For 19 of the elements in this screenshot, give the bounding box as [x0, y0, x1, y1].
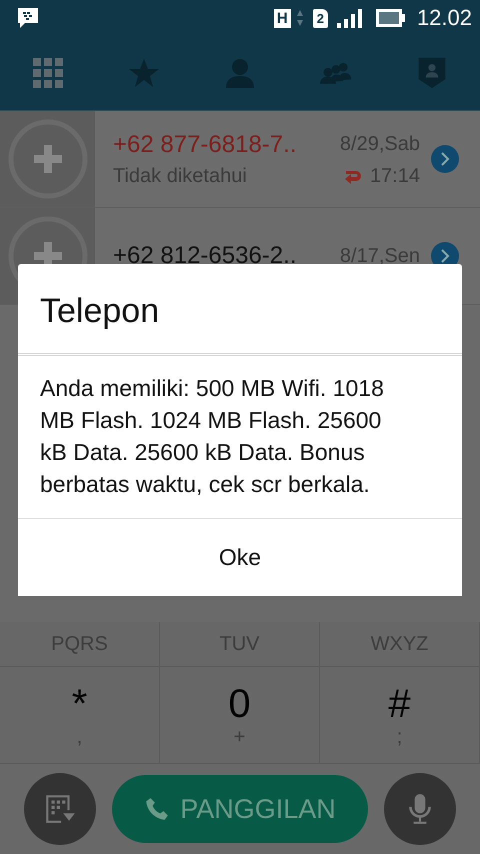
- ok-button[interactable]: Oke: [18, 518, 462, 596]
- chat-icon: [16, 7, 40, 29]
- dialog-message: Anda memiliki: 500 MB Wifi. 1018 MB Flash. 1024 MB Flash. 25600 kB Data. 25600 kB Data. Bonus berbatas waktu, cek scr berkala.: [39, 374, 385, 499]
- sim-badge: 2: [312, 8, 328, 28]
- clock: 12.02: [416, 5, 472, 31]
- chevron-right-icon[interactable]: [430, 144, 460, 174]
- phone-number: +62 877-6818-7..: [113, 130, 298, 158]
- profile-shield-icon: [416, 57, 448, 89]
- dialpad-icon: [43, 792, 77, 826]
- signal-icon: [336, 8, 363, 28]
- battery-icon: [376, 8, 406, 28]
- phone-icon: [144, 796, 170, 822]
- data-arrows-icon: [296, 9, 304, 27]
- call-button[interactable]: PANGGILAN: [112, 775, 368, 843]
- person-icon: [224, 57, 256, 89]
- dialog-title: Telepon: [18, 264, 462, 356]
- network-type: H: [274, 8, 291, 28]
- dialpad-icon: [32, 57, 64, 89]
- star-icon: [128, 57, 160, 89]
